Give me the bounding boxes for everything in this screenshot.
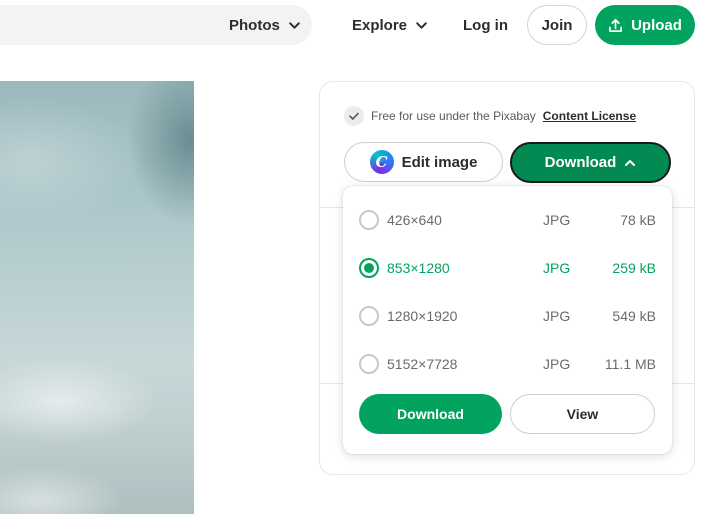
size-format: JPG: [543, 212, 571, 228]
login-label: Log in: [463, 16, 508, 34]
size-filesize: 78 kB: [620, 212, 656, 228]
main-photo[interactable]: [0, 81, 194, 514]
size-filesize: 11.1 MB: [604, 356, 656, 372]
download-label: Download: [397, 406, 464, 422]
category-select[interactable]: Photos: [229, 5, 301, 45]
category-select-label: Photos: [229, 16, 280, 34]
chevron-down-icon: [416, 21, 427, 29]
license-text: Free for use under the Pixabay: [371, 109, 536, 123]
edit-image-label: Edit image: [401, 153, 478, 171]
join-button[interactable]: Join: [527, 5, 587, 45]
size-format: JPG: [543, 308, 571, 324]
view-button[interactable]: View: [510, 394, 655, 434]
explore-menu[interactable]: Explore: [352, 5, 428, 45]
size-dimensions: 5152×7728: [387, 356, 458, 372]
size-dimensions: 853×1280: [387, 260, 450, 276]
radio-button[interactable]: [359, 210, 379, 230]
upload-icon: [609, 18, 623, 32]
license-notice: Free for use under the Pixabay Content L…: [344, 106, 636, 126]
chevron-up-icon: [625, 159, 636, 166]
size-filesize: 259 kB: [612, 260, 656, 276]
download-toggle-label: Download: [544, 154, 617, 171]
canva-icon: C: [369, 150, 394, 174]
download-button[interactable]: Download: [359, 394, 502, 434]
size-dimensions: 426×640: [387, 212, 442, 228]
edit-image-button[interactable]: C Edit image: [344, 142, 503, 182]
explore-label: Explore: [352, 16, 408, 34]
upload-label: Upload: [631, 16, 682, 34]
login-link[interactable]: Log in: [463, 5, 508, 45]
radio-button[interactable]: [359, 306, 379, 326]
join-label: Join: [541, 16, 573, 34]
size-filesize: 549 kB: [612, 308, 656, 324]
view-label: View: [566, 406, 599, 422]
size-format: JPG: [543, 356, 571, 372]
radio-button-selected[interactable]: [359, 258, 379, 278]
download-toggle-button[interactable]: Download: [510, 142, 671, 183]
download-size-dropdown: 426×640 JPG 78 kB 853×1280 JPG 259 kB 12…: [343, 186, 672, 454]
size-dimensions: 1280×1920: [387, 308, 458, 324]
content-license-link[interactable]: Content License: [543, 109, 636, 123]
checkmark-icon: [344, 106, 364, 126]
upload-button[interactable]: Upload: [595, 5, 695, 45]
canva-letter: C: [375, 153, 388, 171]
size-option-426x640[interactable]: 426×640 JPG 78 kB: [343, 191, 672, 239]
size-option-5152x7728[interactable]: 5152×7728 JPG 11.1 MB: [343, 335, 672, 383]
chevron-down-icon: [289, 21, 300, 29]
size-option-1280x1920[interactable]: 1280×1920 JPG 549 kB: [343, 287, 672, 335]
size-option-853x1280[interactable]: 853×1280 JPG 259 kB: [343, 239, 672, 287]
size-format: JPG: [543, 260, 571, 276]
radio-button[interactable]: [359, 354, 379, 374]
